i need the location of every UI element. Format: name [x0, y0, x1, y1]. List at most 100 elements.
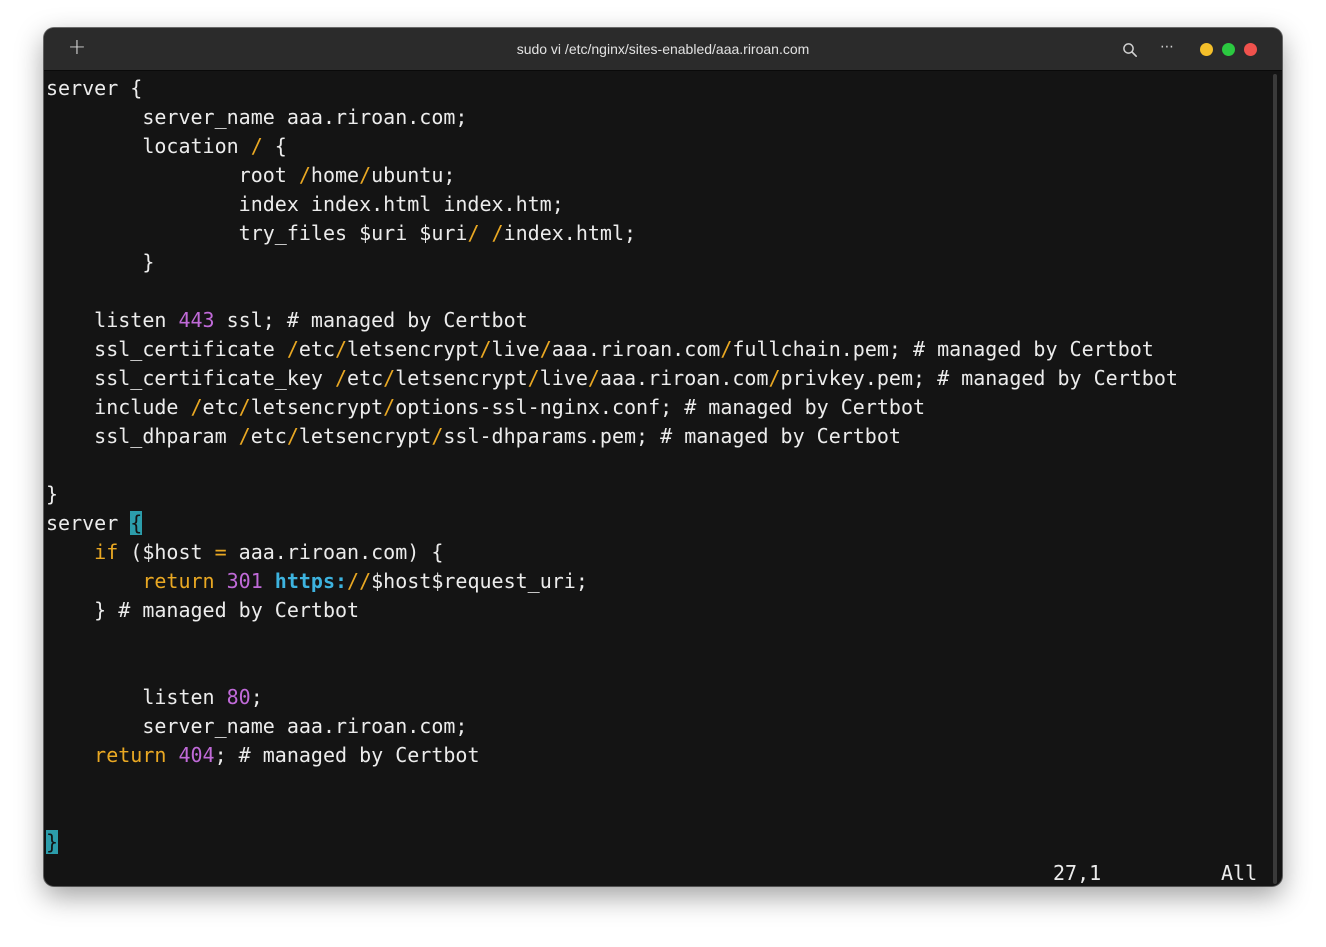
cursor-position: 27,1: [1053, 861, 1102, 885]
code-token: letsencrypt: [347, 337, 480, 361]
code-line: if ($host = aaa.riroan.com) {: [46, 538, 1270, 567]
code-token: {: [262, 134, 287, 158]
code-token: ssl_certificate: [46, 337, 287, 361]
code-token: /: [431, 424, 444, 448]
code-token: options-ssl-nginx.conf; # managed by Cer…: [395, 395, 926, 419]
code-token: return: [94, 743, 167, 767]
text-cursor: }: [46, 830, 59, 854]
code-line: server {: [46, 509, 1270, 538]
code-token: privkey.pem; # managed by Certbot: [780, 366, 1178, 390]
code-token: =: [214, 540, 227, 564]
code-token: etc: [347, 366, 384, 390]
minimize-button[interactable]: [1200, 43, 1213, 56]
code-token: include: [46, 395, 191, 419]
code-token: /: [383, 395, 396, 419]
code-token: /: [190, 395, 203, 419]
more-options-icon[interactable]: ⋯: [1157, 38, 1177, 56]
code-token: /: [720, 337, 733, 361]
code-token: ssl_dhparam: [46, 424, 239, 448]
code-line: }: [46, 248, 1270, 277]
code-token: ssl_certificate_key: [46, 366, 335, 390]
title-bar: + sudo vi /etc/nginx/sites-enabled/aaa.r…: [44, 28, 1282, 71]
code-token: /: [298, 163, 311, 187]
code-line: server_name aaa.riroan.com;: [46, 712, 1270, 741]
maximize-button[interactable]: [1222, 43, 1235, 56]
code-token: /: [359, 163, 372, 187]
code-token: ssl-dhparams.pem; # managed by Certbot: [443, 424, 901, 448]
code-token: ;: [250, 685, 263, 709]
code-token: fullchain.pem; # managed by Certbot: [732, 337, 1154, 361]
code-line: try_files $uri $uri/ /index.html;: [46, 219, 1270, 248]
code-token: /: [334, 366, 348, 390]
code-token: index.html;: [503, 221, 637, 245]
code-token: /: [479, 337, 492, 361]
code-line: location / {: [46, 132, 1270, 161]
code-token: letsencrypt: [250, 395, 384, 419]
code-token: try_files $uri $uri: [46, 221, 468, 245]
code-token: if: [94, 540, 119, 564]
code-line: root /home/ubuntu;: [46, 161, 1270, 190]
scroll-position: All: [1221, 861, 1258, 885]
code-token: aaa.riroan.com: [599, 366, 769, 390]
code-token: server_name aaa.riroan.com;: [46, 105, 468, 129]
code-token: home: [310, 163, 360, 187]
search-icon[interactable]: [1122, 42, 1138, 58]
code-token: /: [286, 424, 299, 448]
code-line: index index.html index.htm;: [46, 190, 1270, 219]
code-token: /: [335, 337, 348, 361]
code-token: https:: [274, 569, 348, 593]
vim-status-line: 27,1 All: [44, 859, 1282, 886]
code-token: ; # managed by Certbot: [214, 743, 480, 767]
code-token: 443: [178, 308, 215, 332]
code-token: server: [46, 511, 131, 535]
code-line: ssl_certificate_key /etc/letsencrypt/liv…: [46, 364, 1270, 393]
code-token: ubuntu;: [371, 163, 456, 187]
code-token: /: [527, 366, 540, 390]
code-token: listen: [46, 308, 179, 332]
code-token: /: [768, 366, 781, 390]
scrollbar[interactable]: [1273, 74, 1277, 884]
code-token: live: [491, 337, 540, 361]
code-token: server_name aaa.riroan.com;: [46, 714, 468, 738]
code-line: server {: [46, 74, 1270, 103]
code-token: letsencrypt: [298, 424, 432, 448]
code-token: listen: [46, 685, 227, 709]
code-line: listen 80;: [46, 683, 1270, 712]
code-token: /: [383, 366, 396, 390]
code-token: etc: [250, 424, 287, 448]
code-token: server {: [46, 76, 143, 100]
code-line: } # managed by Certbot: [46, 596, 1270, 625]
code-token: }: [46, 250, 155, 274]
code-line: return 301 https://$host$request_uri;: [46, 567, 1270, 596]
code-line: include /etc/letsencrypt/options-ssl-ngi…: [46, 393, 1270, 422]
code-token: aaa.riroan.com: [551, 337, 721, 361]
code-token: /: [587, 366, 600, 390]
vim-editor-buffer[interactable]: server { server_name aaa.riroan.com; loc…: [46, 74, 1270, 884]
close-button[interactable]: [1244, 43, 1257, 56]
code-token: ($host: [118, 540, 215, 564]
code-line: ssl_certificate /etc/letsencrypt/live/aa…: [46, 335, 1270, 364]
code-line: return 404; # managed by Certbot: [46, 741, 1270, 770]
code-token: //: [347, 569, 372, 593]
code-token: 404: [178, 743, 215, 767]
code-token: } # managed by Certbot: [46, 598, 360, 622]
code-token: etc: [298, 337, 335, 361]
code-token: 80: [226, 685, 251, 709]
code-line: listen 443 ssl; # managed by Certbot: [46, 306, 1270, 335]
text-cursor: {: [130, 511, 143, 535]
code-token: letsencrypt: [395, 366, 528, 390]
code-token: etc: [202, 395, 239, 419]
code-token: /: [467, 221, 480, 245]
code-token: /: [250, 134, 263, 158]
code-line: server_name aaa.riroan.com;: [46, 103, 1270, 132]
code-token: ssl; # managed by Certbot: [214, 308, 528, 332]
code-line: }: [46, 828, 1270, 857]
